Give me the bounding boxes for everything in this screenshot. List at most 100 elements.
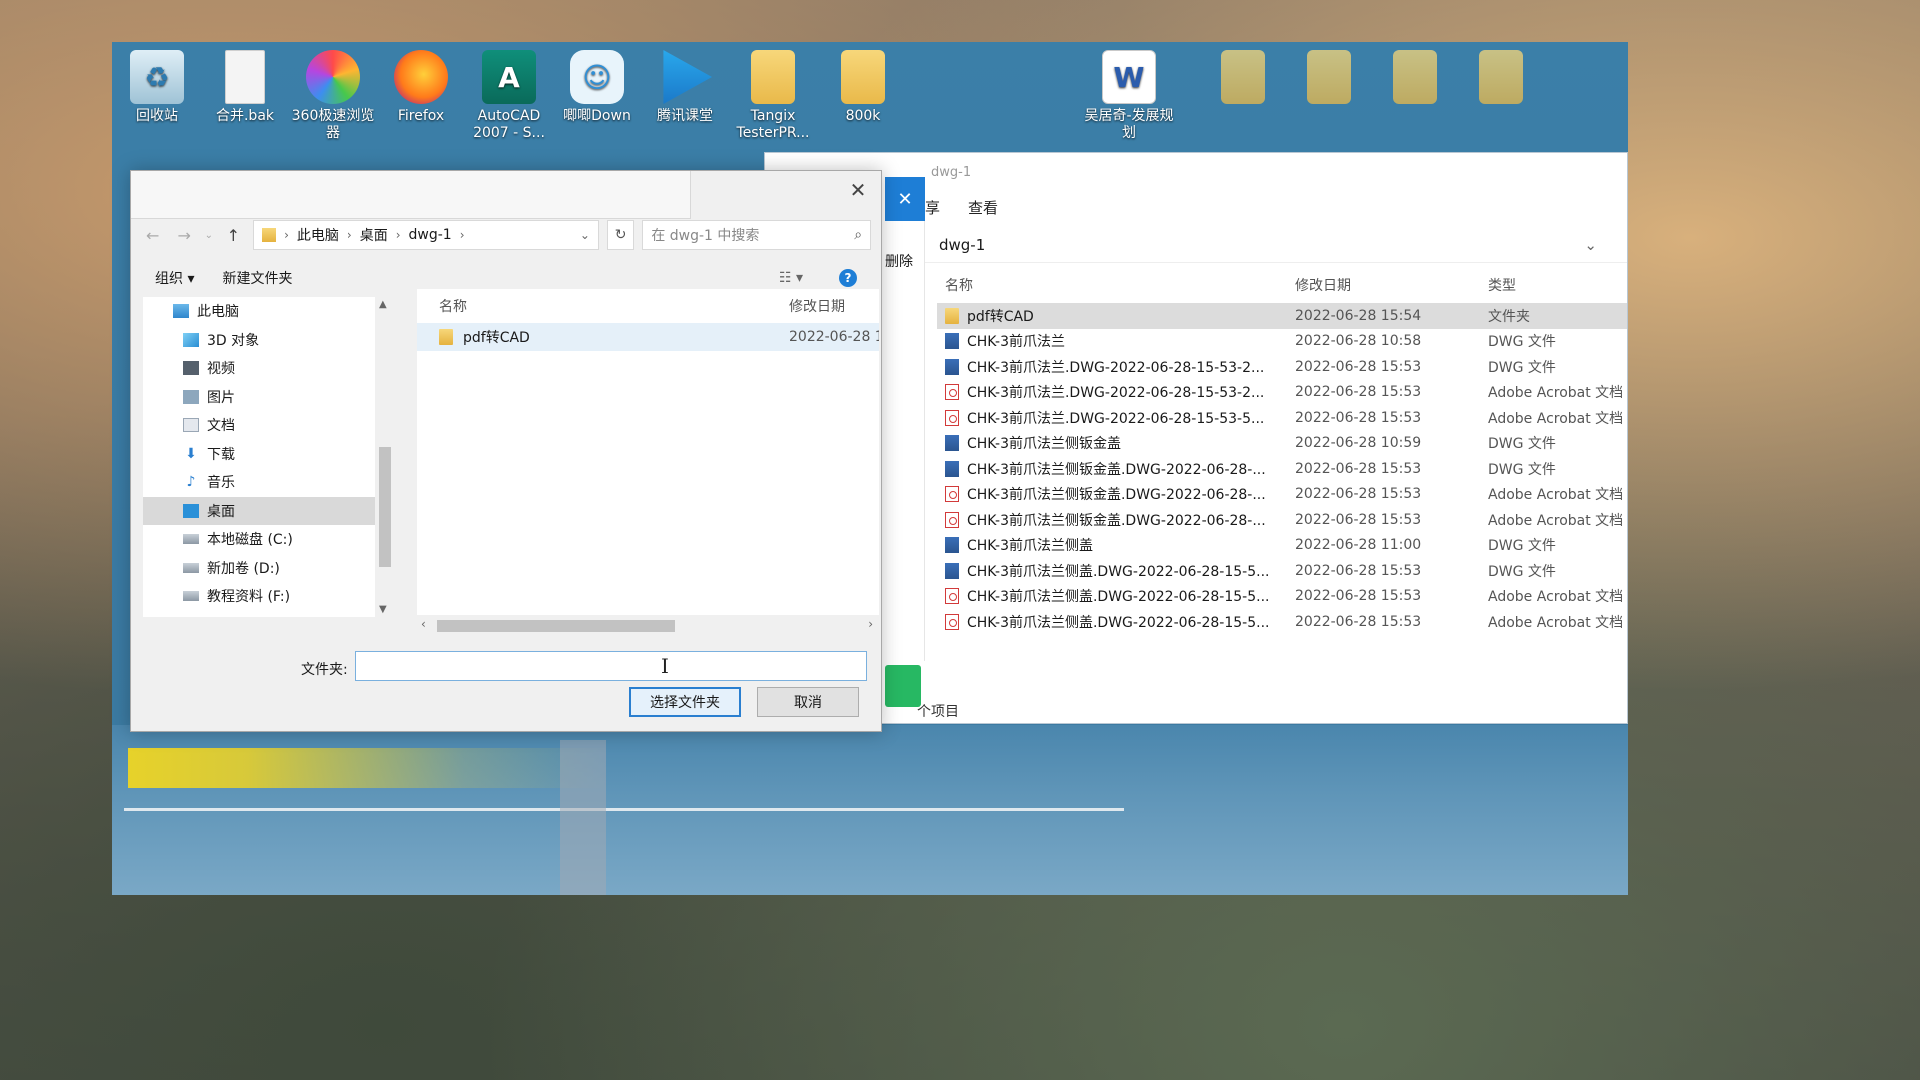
search-input[interactable]: 在 dwg-1 中搜索 ⌕: [642, 220, 872, 250]
table-row[interactable]: CHK-3前爪法兰 2022-06-28 10:58 DWG 文件: [937, 329, 1627, 355]
dialog-navigation-bar: ← → ⌄ ↑ › 此电脑 › 桌面 › dwg-1 › ⌄ ↻ 在 dwg-1…: [141, 217, 872, 253]
folder-icon: [841, 50, 885, 104]
list-item-name-cell: pdf转CAD: [439, 327, 789, 347]
desktop-icon[interactable]: Firefox: [376, 50, 466, 125]
breadcrumb[interactable]: › 此电脑 › 桌面 › dwg-1 › ⌄: [253, 220, 599, 250]
folder-field[interactable]: [355, 651, 867, 681]
green-button[interactable]: [885, 665, 921, 707]
desktop-icon[interactable]: 800k: [818, 50, 908, 125]
breadcrumb-item[interactable]: 此电脑: [297, 225, 339, 245]
column-date[interactable]: 修改日期: [1295, 275, 1488, 295]
sidebar-item[interactable]: 文档: [143, 411, 375, 440]
desktop-icon-label: Firefox: [397, 108, 445, 124]
scrollbar-thumb[interactable]: [379, 447, 391, 567]
back-arrow-icon[interactable]: ←: [141, 226, 164, 245]
desktop-icon[interactable]: Tangix TesterPR...: [728, 50, 818, 142]
desktop-icon[interactable]: [1198, 50, 1288, 108]
breadcrumb-item[interactable]: dwg-1: [409, 227, 452, 243]
explorer-address-bar[interactable]: dwg-1 ⌄: [925, 227, 1627, 263]
list-item[interactable]: pdf转CAD 2022-06-28 15: [417, 323, 879, 351]
view-options-icon[interactable]: ☷ ▾: [779, 270, 803, 286]
scroll-up-icon[interactable]: ▲: [379, 299, 387, 310]
background-strip: [560, 740, 606, 895]
column-name[interactable]: 名称: [439, 296, 789, 316]
column-date[interactable]: 修改日期: [789, 296, 901, 316]
folder-icon: [439, 329, 453, 345]
scroll-down-icon[interactable]: ▼: [379, 604, 387, 615]
360-browser-icon: [306, 50, 360, 104]
desktop-icon[interactable]: 腾讯课堂: [640, 50, 730, 125]
cancel-button[interactable]: 取消: [757, 687, 859, 717]
horizontal-scrollbar[interactable]: ‹ ›: [417, 615, 879, 635]
table-row[interactable]: CHK-3前爪法兰侧钣金盖.DWG-2022-06-28-... 2022-06-…: [937, 507, 1627, 533]
forward-arrow-icon[interactable]: →: [172, 226, 195, 245]
desktop-icon-label: Tangix TesterPR...: [736, 108, 810, 141]
desktop-icon[interactable]: W 吴居奇-发展规划: [1084, 50, 1174, 142]
column-name[interactable]: 名称: [945, 275, 1295, 295]
search-placeholder: 在 dwg-1 中搜索: [651, 228, 760, 244]
ribbon-tab-share[interactable]: 享: [925, 197, 940, 218]
recent-dropdown-icon[interactable]: ⌄: [204, 230, 214, 241]
desk-icon: [183, 503, 199, 518]
sidebar-item[interactable]: Elements (H:): [143, 611, 375, 618]
explorer-ribbon-partial: 删除: [885, 221, 925, 661]
table-row[interactable]: CHK-3前爪法兰侧钣金盖 2022-06-28 10:59 DWG 文件: [937, 431, 1627, 457]
scrollbar-thumb[interactable]: [437, 620, 675, 632]
table-row[interactable]: CHK-3前爪法兰侧钣金盖.DWG-2022-06-28-... 2022-06-…: [937, 482, 1627, 508]
progress-bar-highlight: [128, 748, 608, 788]
table-row[interactable]: CHK-3前爪法兰.DWG-2022-06-28-15-53-2... 2022-…: [937, 354, 1627, 380]
refresh-icon[interactable]: ↻: [606, 220, 635, 250]
help-icon[interactable]: ?: [839, 269, 857, 287]
delete-button[interactable]: 删除: [885, 251, 913, 271]
select-folder-button[interactable]: 选择文件夹: [629, 687, 741, 717]
sidebar-item[interactable]: 新加卷 (D:): [143, 554, 375, 583]
scroll-right-icon[interactable]: ›: [868, 617, 873, 631]
sidebar-item[interactable]: ♪ 音乐: [143, 468, 375, 497]
desktop-icon[interactable]: A AutoCAD 2007 - S...: [464, 50, 554, 142]
sidebar-item[interactable]: 图片: [143, 383, 375, 412]
desktop-icon[interactable]: 360极速浏览器: [288, 50, 378, 142]
table-row[interactable]: CHK-3前爪法兰.DWG-2022-06-28-15-53-5... 2022-…: [937, 405, 1627, 431]
scroll-left-icon[interactable]: ‹: [421, 617, 426, 631]
desktop-icon[interactable]: [1370, 50, 1460, 108]
sidebar-item[interactable]: 桌面: [143, 496, 375, 525]
sidebar-item[interactable]: ⬇ 下载: [143, 440, 375, 469]
sidebar-item[interactable]: 此电脑: [143, 297, 375, 326]
organize-button[interactable]: 组织 ▾: [141, 268, 208, 288]
sidebar-item[interactable]: 3D 对象: [143, 326, 375, 355]
close-icon[interactable]: ✕: [885, 177, 925, 221]
sidebar-item[interactable]: 本地磁盘 (C:): [143, 525, 375, 554]
file-name: CHK-3前爪法兰侧盖.DWG-2022-06-28-15-5...: [967, 563, 1270, 580]
close-icon[interactable]: ✕: [841, 175, 875, 205]
column-type[interactable]: 类型: [1488, 275, 1643, 295]
desktop-icon-label: 合并.bak: [215, 108, 275, 124]
desktop-icon[interactable]: [1284, 50, 1374, 108]
table-row[interactable]: CHK-3前爪法兰侧盖.DWG-2022-06-28-15-5... 2022-0…: [937, 558, 1627, 584]
desktop-icon-label: 腾讯课堂: [657, 108, 713, 124]
chevron-down-icon[interactable]: ⌄: [1584, 236, 1597, 254]
file-icon: [225, 50, 265, 104]
chevron-down-icon[interactable]: ⌄: [580, 228, 590, 242]
file-name-cell: CHK-3前爪法兰侧钣金盖.DWG-2022-06-28-...: [945, 459, 1295, 479]
ribbon-tab-view[interactable]: 查看: [968, 197, 998, 218]
table-row[interactable]: CHK-3前爪法兰侧盖 2022-06-28 11:00 DWG 文件: [937, 533, 1627, 559]
sidebar-item[interactable]: 教程资料 (F:): [143, 582, 375, 611]
breadcrumb-item[interactable]: 桌面: [360, 225, 388, 245]
pc-icon: [173, 304, 189, 319]
file-name-cell: CHK-3前爪法兰.DWG-2022-06-28-15-53-2...: [945, 357, 1295, 377]
navigation-scrollbar[interactable]: ▲ ▼: [375, 297, 395, 617]
desktop-icon[interactable]: [1456, 50, 1546, 108]
file-name: CHK-3前爪法兰侧盖.DWG-2022-06-28-15-5...: [967, 589, 1270, 606]
desktop-icon[interactable]: ☺ 唧唧Down: [552, 50, 642, 125]
table-row[interactable]: CHK-3前爪法兰侧盖.DWG-2022-06-28-15-5... 2022-0…: [937, 584, 1627, 610]
up-arrow-icon[interactable]: ↑: [222, 226, 245, 245]
table-row[interactable]: CHK-3前爪法兰侧钣金盖.DWG-2022-06-28-... 2022-06-…: [937, 456, 1627, 482]
new-folder-button[interactable]: 新建文件夹: [208, 268, 306, 288]
table-row[interactable]: CHK-3前爪法兰.DWG-2022-06-28-15-53-2... 2022-…: [937, 380, 1627, 406]
table-row[interactable]: pdf转CAD 2022-06-28 15:54 文件夹: [937, 303, 1627, 329]
recycle-bin-icon: ♻: [130, 50, 184, 104]
table-row[interactable]: CHK-3前爪法兰侧盖.DWG-2022-06-28-15-5... 2022-0…: [937, 609, 1627, 635]
sidebar-item[interactable]: 视频: [143, 354, 375, 383]
desktop-icon[interactable]: ♻ 回收站: [112, 50, 202, 125]
desktop-icon[interactable]: 合并.bak: [200, 50, 290, 125]
